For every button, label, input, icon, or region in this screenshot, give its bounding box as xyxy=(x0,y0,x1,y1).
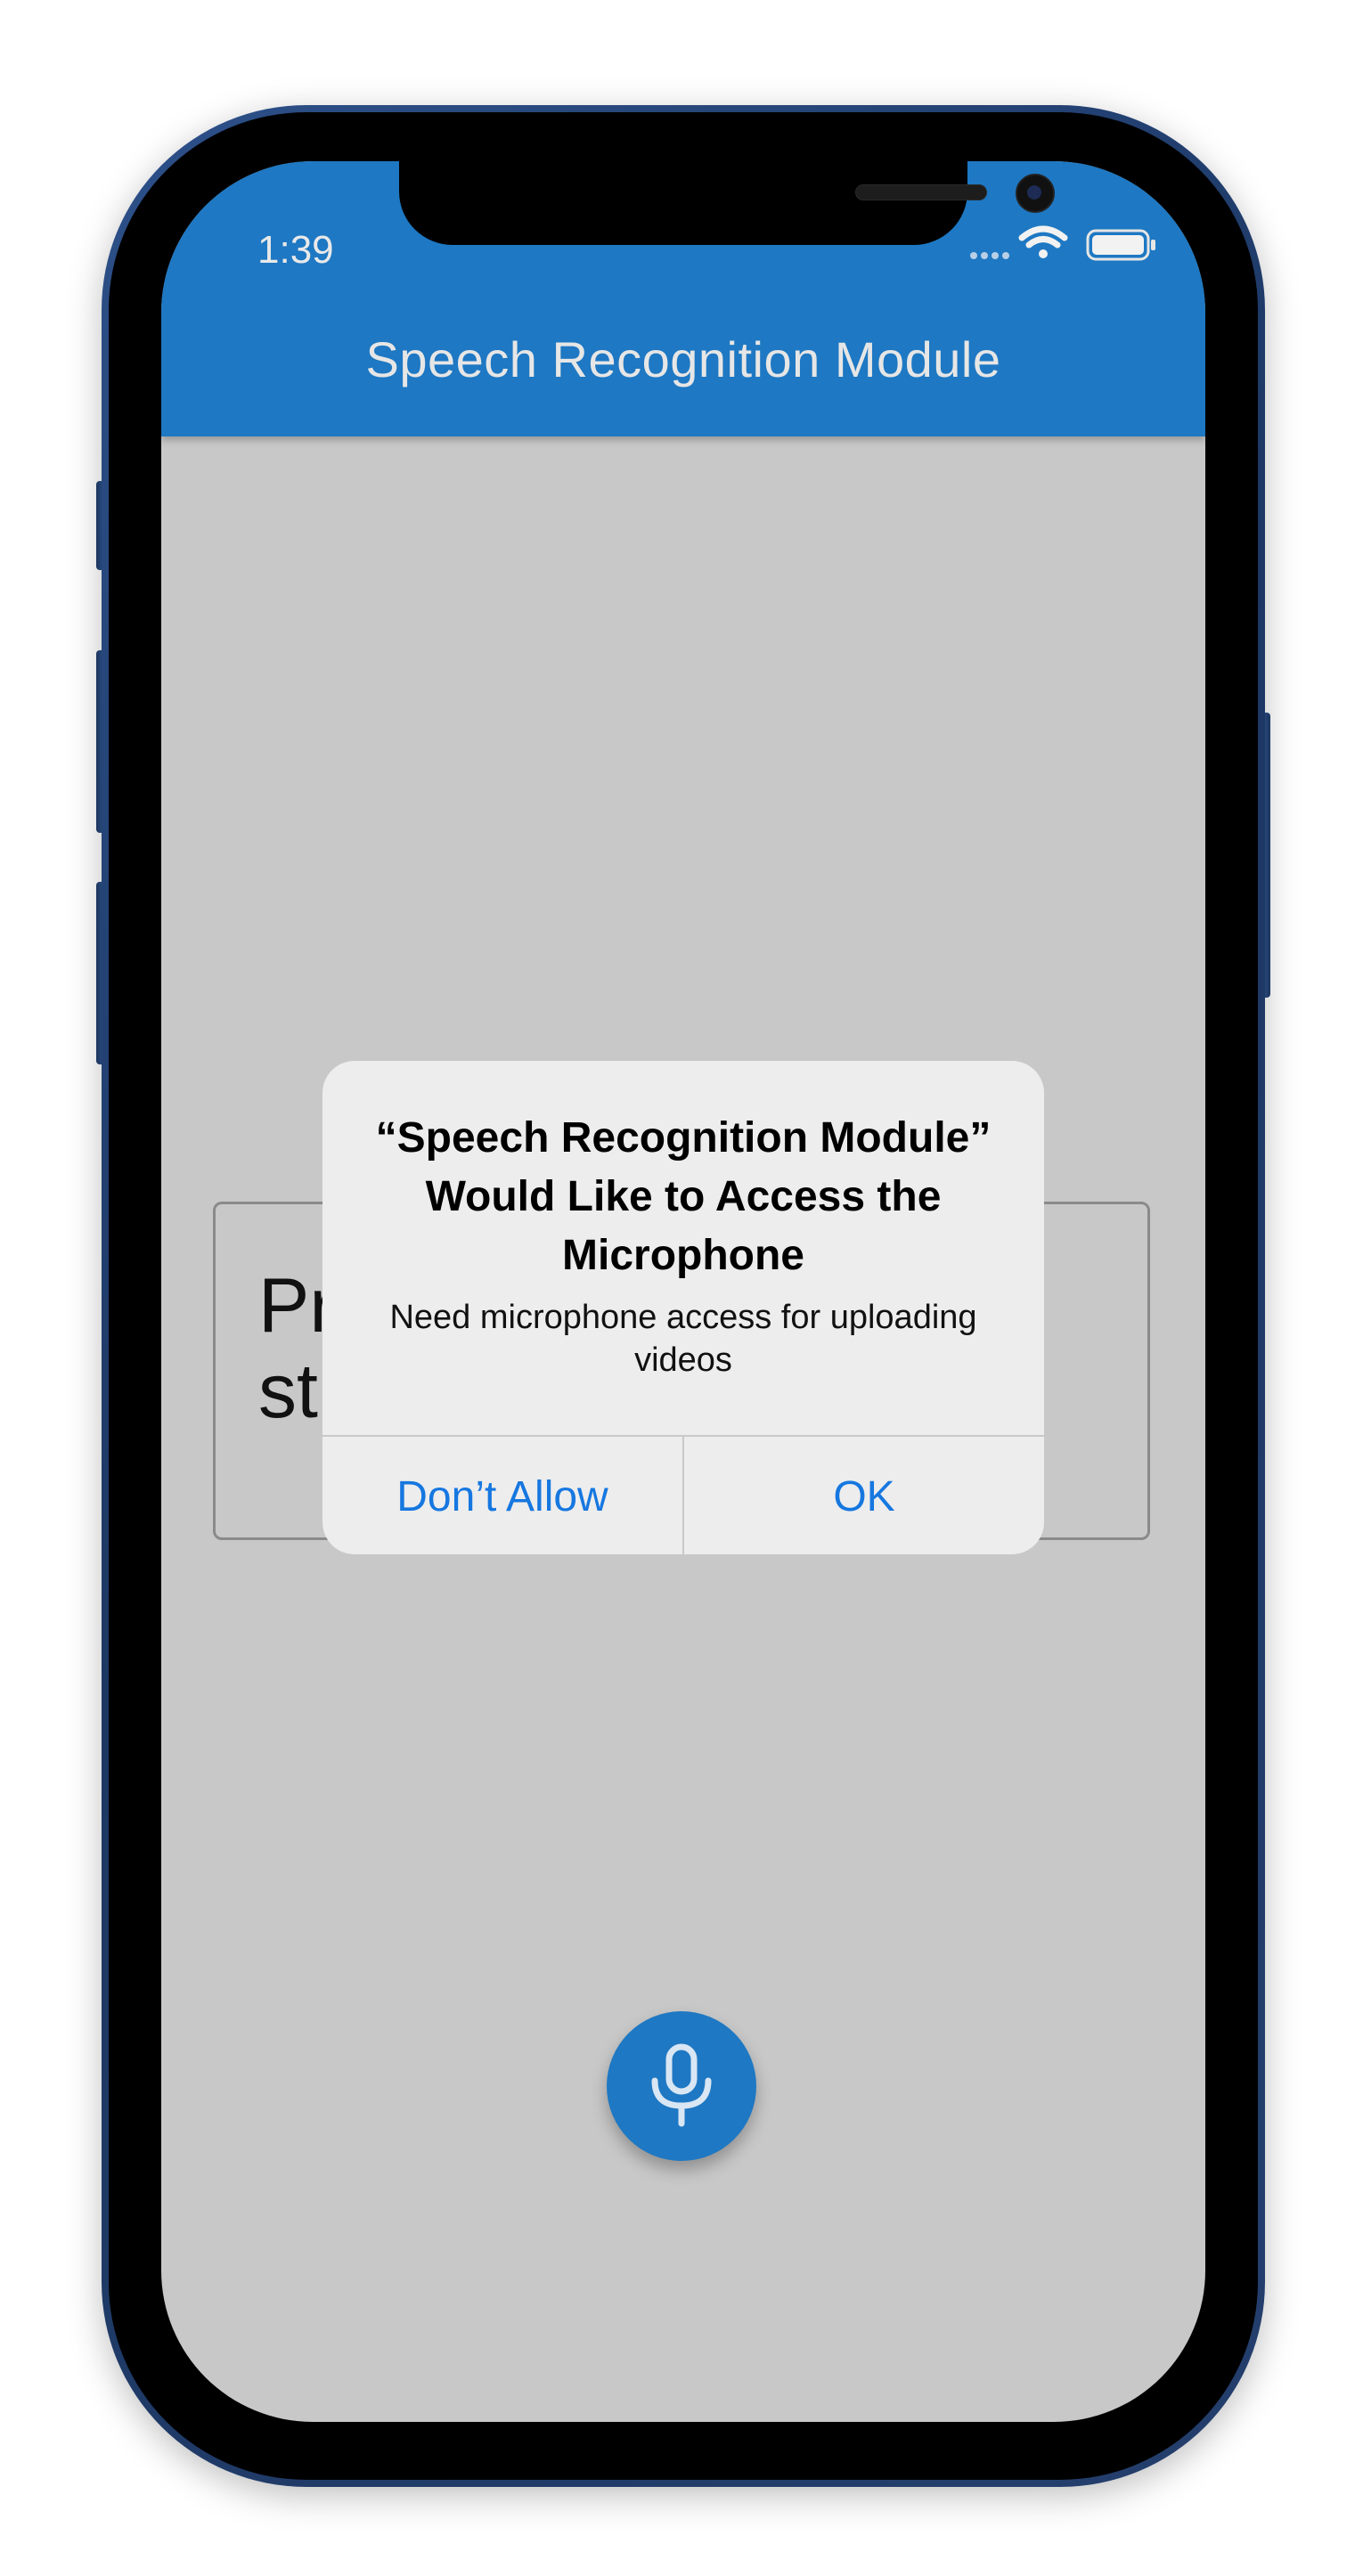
alert-message: Need microphone access for uploading vid… xyxy=(389,1299,977,1379)
wifi-icon xyxy=(1018,225,1068,258)
screen: 1:39 Speech Recognition Module Pr st “Sp… xyxy=(161,161,1205,2422)
alert-title: “Speech Recognition Module” Would Like t… xyxy=(375,1114,992,1279)
earpiece-speaker xyxy=(855,184,987,200)
app-title: Speech Recognition Module xyxy=(365,331,1001,387)
dont-allow-button[interactable]: Don’t Allow xyxy=(322,1437,682,1554)
status-time: 1:39 xyxy=(257,228,334,272)
ok-button[interactable]: OK xyxy=(684,1437,1044,1554)
microphone-button[interactable] xyxy=(607,2011,756,2161)
microphone-icon xyxy=(651,2043,712,2127)
battery-icon xyxy=(1086,229,1155,261)
status-icons xyxy=(963,211,1177,282)
front-camera xyxy=(1016,174,1055,213)
permission-alert: “Speech Recognition Module” Would Like t… xyxy=(322,1061,1044,1554)
device-mockup: 1:39 Speech Recognition Module Pr st “Sp… xyxy=(0,0,1363,2576)
notch xyxy=(399,161,1055,245)
alert-actions: Don’t Allow OK xyxy=(322,1435,1044,1554)
cellular-signal-icon xyxy=(970,252,1009,259)
